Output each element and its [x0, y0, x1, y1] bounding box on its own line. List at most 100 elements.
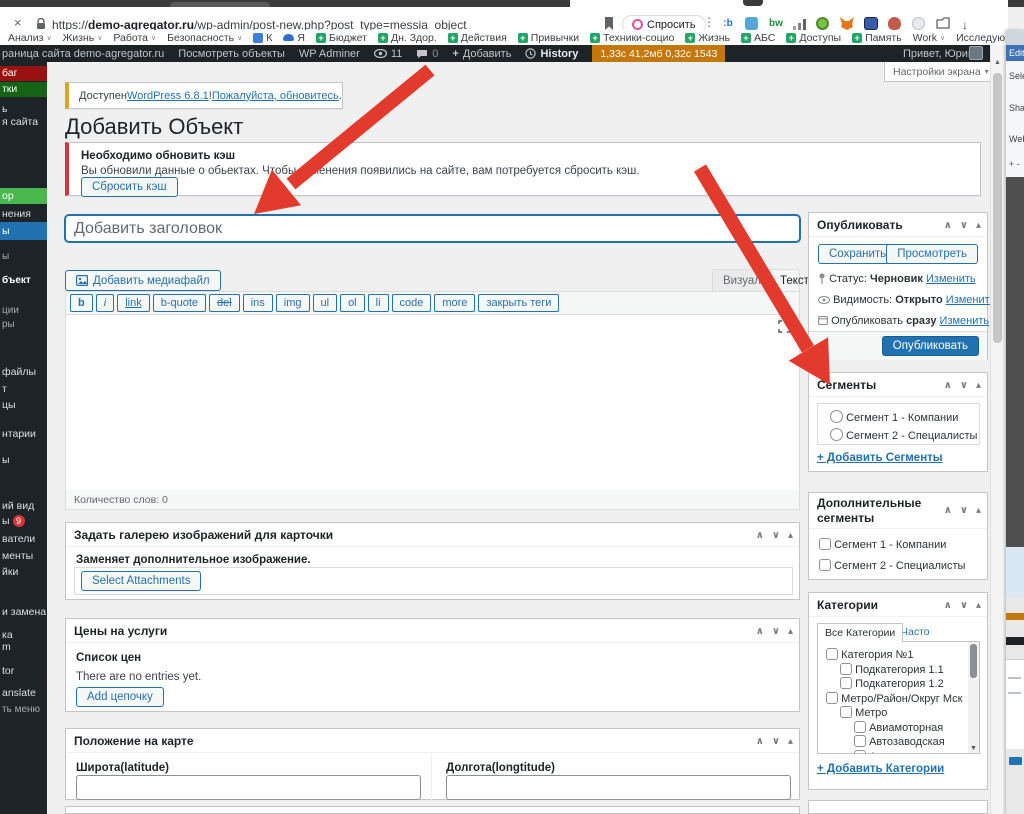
close-icon[interactable]: × — [14, 15, 22, 30]
sidebar-item[interactable]: я сайта — [0, 116, 47, 129]
category-item[interactable]: Категория №1 — [826, 648, 979, 663]
sidebar-item-notes[interactable]: тки — [0, 82, 47, 97]
category-item[interactable]: Подкатегория 1.1 — [826, 663, 979, 678]
category-item[interactable]: Метро — [826, 706, 979, 721]
sidebar-item-tools[interactable]: менты — [0, 550, 47, 563]
sidebar-item-aggregator[interactable]: ор — [0, 188, 47, 204]
checkbox-icon[interactable] — [840, 677, 852, 689]
editor-textarea[interactable] — [66, 315, 799, 491]
background-window-item[interactable]: Sele — [1006, 71, 1024, 81]
collapse-icon[interactable]: ▴ — [788, 530, 793, 541]
move-up-icon[interactable]: ∧ — [944, 220, 952, 231]
sidebar-item-editor[interactable]: tor — [0, 665, 47, 678]
checkbox-icon[interactable] — [819, 559, 831, 571]
background-window-item[interactable]: Web — [1006, 134, 1024, 144]
adminbar-add-new[interactable]: +Добавить — [452, 48, 511, 60]
screen-options-button[interactable]: Настройки экрана▾ — [884, 62, 998, 82]
bookmark-item[interactable]: +Память — [852, 32, 902, 44]
move-down-icon[interactable]: ∨ — [772, 736, 780, 747]
sidebar-item[interactable]: ы — [0, 454, 47, 467]
add-segments-link[interactable]: + Добавить Сегменты — [817, 452, 943, 464]
bookmark-item[interactable]: К — [253, 32, 272, 44]
adminbar-comments[interactable]: 0 — [416, 48, 438, 60]
radio-icon[interactable] — [830, 428, 843, 441]
bookmark-folder[interactable]: Анализ∨ — [8, 32, 52, 44]
sidebar-item-appearance[interactable]: ий вид — [0, 500, 47, 513]
segment-option[interactable]: Сегмент 1 - Компании — [830, 410, 979, 424]
scroll-up-icon[interactable]: ▲ — [994, 59, 1001, 66]
checkbox-icon[interactable] — [854, 750, 866, 755]
tab-text[interactable]: Текст — [769, 269, 800, 291]
sidebar-item[interactable]: т — [0, 383, 47, 396]
extension-robot-icon[interactable] — [912, 17, 925, 30]
bookmark-folder[interactable]: Жизнь∨ — [63, 32, 103, 44]
checkbox-icon[interactable] — [854, 721, 866, 733]
background-window[interactable]: Edit Sele Shar Web + - — [1006, 30, 1024, 814]
move-down-icon[interactable]: ∨ — [960, 380, 968, 391]
scrollbar-thumb[interactable] — [970, 644, 977, 678]
move-up-icon[interactable]: ∧ — [756, 736, 764, 747]
tab-all-categories[interactable]: Все Категории — [817, 623, 903, 642]
collapse-icon[interactable]: ▴ — [976, 505, 981, 517]
checkbox-icon[interactable] — [840, 706, 852, 718]
extension-green-icon[interactable] — [816, 17, 829, 30]
sidebar-item-pages[interactable]: цы — [0, 399, 47, 412]
move-down-icon[interactable]: ∨ — [960, 220, 968, 231]
add-media-button[interactable]: Добавить медиафайл — [65, 270, 221, 291]
bookmark-item[interactable]: +Бюджет — [316, 32, 367, 44]
move-down-icon[interactable]: ∨ — [960, 505, 968, 517]
quicktag-italic[interactable]: i — [96, 294, 114, 312]
sidebar-subitem[interactable]: ры — [0, 318, 47, 331]
add-chain-button[interactable]: Add цепочку — [76, 687, 164, 707]
fullscreen-icon[interactable] — [778, 320, 791, 333]
collapse-icon[interactable]: ▴ — [976, 600, 981, 611]
publish-metabox-header[interactable]: Опубликовать ∧∨▴ — [809, 213, 987, 237]
category-item[interactable]: Автозаводская — [826, 735, 979, 750]
move-up-icon[interactable]: ∧ — [756, 626, 764, 637]
extension-bars-icon[interactable] — [793, 19, 806, 30]
segments-metabox-header[interactable]: Сегменты ∧∨▴ — [809, 373, 987, 397]
sidebar-item-plugins[interactable]: ы9 — [0, 515, 47, 528]
quicktag-bold[interactable]: b — [70, 294, 93, 312]
adminbar-greeting[interactable]: Привет, Юрий — [903, 48, 974, 60]
bookmark-folder[interactable]: Исследую∨ — [956, 32, 1008, 44]
extension-cube-icon[interactable] — [745, 17, 758, 30]
sidebar-item-debug[interactable]: баг — [0, 66, 47, 81]
sidebar-subitem[interactable]: ции — [0, 304, 47, 317]
sidebar-subitem-add-object[interactable]: бъект — [0, 274, 47, 287]
bookmark-folder[interactable]: Работа∨ — [113, 32, 156, 44]
page-scrollbar[interactable]: ▲ — [990, 45, 1003, 814]
post-title-input[interactable] — [65, 215, 800, 242]
move-up-icon[interactable]: ∧ — [944, 380, 952, 391]
bookmark-item[interactable]: +Доступы — [786, 32, 841, 44]
checkbox-icon[interactable] — [826, 648, 838, 660]
map-metabox-header[interactable]: Положение на карте ∧∨▴ — [66, 729, 799, 753]
extension-folder-icon[interactable] — [936, 17, 950, 29]
checkbox-icon[interactable] — [840, 663, 852, 675]
adminbar-wp-adminer[interactable]: WP Adminer — [299, 48, 360, 60]
category-scrollbar[interactable]: ▼ — [968, 642, 979, 753]
collapse-icon[interactable]: ▴ — [976, 380, 981, 391]
extra-segment-option[interactable]: Сегмент 2 - Специалисты — [819, 559, 965, 572]
lock-icon[interactable] — [36, 18, 46, 30]
category-item[interactable]: Академическая — [826, 750, 979, 755]
sidebar-item-media[interactable]: файлы — [0, 366, 47, 379]
quicktag-ul[interactable]: ul — [313, 294, 338, 312]
extension-fox-icon[interactable] — [840, 17, 854, 30]
background-window-item[interactable]: + - — [1006, 159, 1024, 169]
quicktag-more[interactable]: more — [434, 294, 475, 312]
extra-segment-option[interactable]: Сегмент 1 - Компании — [819, 538, 946, 551]
bookmark-item[interactable]: +Дн. Здор. — [378, 32, 437, 44]
quicktag-li[interactable]: li — [368, 294, 389, 312]
quicktag-code[interactable]: code — [392, 294, 432, 312]
checkbox-icon[interactable] — [854, 735, 866, 747]
bookmark-folder[interactable]: Work∨ — [913, 32, 945, 44]
adminbar-history[interactable]: History — [525, 48, 578, 60]
please-update-link[interactable]: Пожалуйста, обновитесь — [212, 90, 339, 102]
quicktag-del[interactable]: del — [209, 294, 240, 312]
quicktag-close-tags[interactable]: закрыть теги — [478, 294, 559, 312]
avatar[interactable] — [969, 46, 983, 60]
scrollbar-thumb[interactable] — [993, 73, 1002, 343]
background-window-item[interactable]: Shar — [1006, 103, 1024, 113]
query-monitor-stats[interactable]: 1,33с 41,2мб 0,32с 1543 — [592, 45, 725, 62]
